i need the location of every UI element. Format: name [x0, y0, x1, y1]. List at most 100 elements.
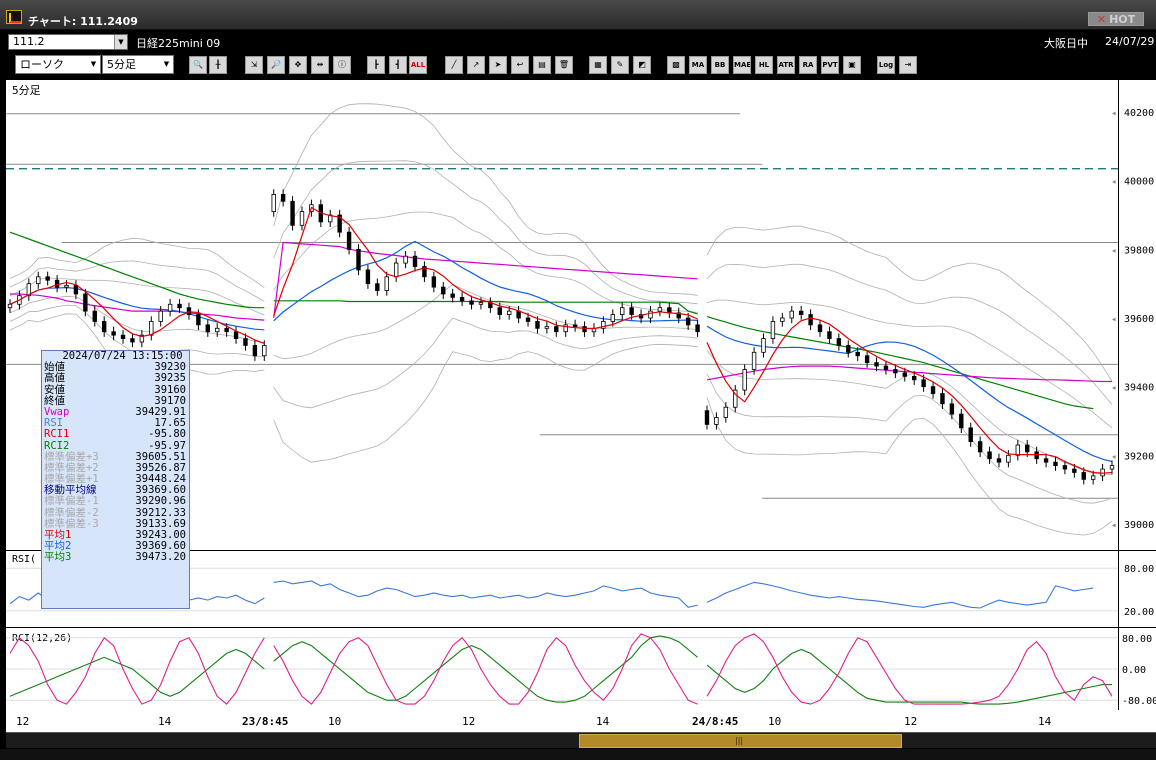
bollinger-band-lower: [706, 373, 1113, 504]
chevron-down-icon[interactable]: ▼: [160, 56, 173, 73]
chart-scrollbar[interactable]: |||: [6, 732, 1156, 748]
fit-icon[interactable]: ⇲: [245, 56, 263, 74]
interval-select[interactable]: 5分足 ▼: [102, 55, 174, 74]
candle-body: [1081, 472, 1086, 480]
zoom-icon[interactable]: 🔍: [189, 56, 207, 74]
candle-body: [243, 338, 248, 346]
x-axis: 12 14 23/8:45 10 12 14 24/8:45 10 12 14: [6, 710, 1156, 732]
candle-body: [233, 331, 239, 339]
ma3-line: [273, 300, 698, 315]
candle-body: [120, 334, 126, 339]
candle-body: [92, 310, 97, 322]
x-tick-label: 14: [158, 715, 172, 728]
candle-body: [101, 321, 107, 333]
price-panel-label: 5分足: [12, 84, 41, 97]
candle-body: [497, 307, 502, 315]
bollinger-band-lower: [273, 343, 698, 463]
candle-body: [403, 255, 408, 264]
candle-body: [459, 297, 465, 302]
draw-line-icon[interactable]: ╱: [445, 56, 463, 74]
code-select[interactable]: 111.2 ▼: [8, 34, 128, 50]
candle-body: [1015, 444, 1021, 456]
candle-body: [290, 200, 295, 226]
candle-body: [375, 283, 380, 291]
market-session: 大阪日中: [1044, 37, 1088, 50]
log-button[interactable]: Log: [877, 56, 895, 74]
candle-body: [987, 451, 992, 460]
chart-type-value: ローソク: [20, 58, 64, 71]
candle-body: [1025, 444, 1030, 453]
candle-body: [667, 307, 672, 314]
window-titlebar: チャート: 111.2409 HOT: [0, 0, 1156, 30]
document-icon[interactable]: ▤: [533, 56, 551, 74]
candle-body: [215, 327, 220, 333]
trash-icon[interactable]: 🗑: [555, 56, 573, 74]
bb-button[interactable]: BB: [711, 56, 729, 74]
hl-button[interactable]: HL: [755, 56, 773, 74]
candle-body: [817, 324, 823, 333]
interval-value: 5分足: [107, 58, 136, 71]
candle-body: [704, 410, 710, 425]
price-tick-label: 39000: [1124, 520, 1154, 531]
mae-button[interactable]: MAE: [733, 56, 751, 74]
ma-button[interactable]: MA: [689, 56, 707, 74]
chevron-down-icon[interactable]: ▼: [87, 56, 100, 73]
candle-body: [469, 300, 474, 305]
pan-chart-icon[interactable]: ✥: [289, 56, 307, 74]
x-tick-label: 10: [768, 715, 781, 728]
candle-body: [1034, 451, 1039, 460]
candle-body: [648, 310, 653, 319]
candle-body: [883, 365, 889, 370]
x-tick-label: 14: [596, 715, 610, 728]
bar-chart-icon[interactable]: ┫: [389, 56, 407, 74]
indicator-icon[interactable]: ▩: [667, 56, 685, 74]
tool-icon[interactable]: ✎: [611, 56, 629, 74]
candle-body: [930, 386, 936, 394]
candle-body: [149, 321, 154, 336]
ra-button[interactable]: RA: [799, 56, 817, 74]
crosshair-icon[interactable]: ╂: [209, 56, 227, 74]
color-icon[interactable]: ◩: [633, 56, 651, 74]
zoom-chart-icon[interactable]: 🔎: [267, 56, 285, 74]
bollinger-band-lower: [706, 397, 1113, 536]
candle-body: [798, 310, 804, 315]
info-icon[interactable]: ⓘ: [333, 56, 351, 74]
all-button[interactable]: ALL: [409, 56, 427, 74]
candle-body: [1053, 461, 1058, 467]
pvt-button[interactable]: PVT: [821, 56, 839, 74]
bollinger-band-lower: [273, 317, 698, 409]
chart-type-select[interactable]: ローソク ▼: [15, 55, 101, 74]
hot-close-button[interactable]: HOT: [1088, 12, 1144, 26]
arrow-icon[interactable]: ↩: [511, 56, 529, 74]
scrollbar-thumb[interactable]: |||: [579, 734, 902, 748]
export-icon[interactable]: ⇥: [899, 56, 917, 74]
chevron-down-icon[interactable]: ▼: [114, 35, 127, 49]
candle-body: [478, 302, 484, 305]
candle-body: [45, 276, 50, 281]
select-cursor-icon[interactable]: ➤: [489, 56, 507, 74]
candle-body: [761, 338, 766, 353]
candle-body: [7, 303, 13, 309]
candle-body: [196, 314, 201, 326]
candle-body: [186, 307, 192, 315]
candle-body: [262, 345, 267, 357]
candle-icon[interactable]: ┣: [367, 56, 385, 74]
candle-body: [572, 324, 578, 327]
atr-button[interactable]: ATR: [777, 56, 795, 74]
split-icon[interactable]: ⇹: [311, 56, 329, 74]
candle-body: [582, 326, 587, 333]
rci2-line: [9, 648, 265, 697]
pattern-icon[interactable]: ▦: [589, 56, 607, 74]
draw-trend-icon[interactable]: ↗: [467, 56, 485, 74]
window-icon[interactable]: ▣: [843, 56, 861, 74]
x-axis-svg: 12 14 23/8:45 10 12 14 24/8:45 10 12 14: [16, 715, 1052, 728]
price-tick-label: 39800: [1124, 245, 1154, 256]
candle-body: [224, 327, 229, 333]
info-row-label: 標準偏差-1: [44, 495, 99, 508]
candle-body: [949, 403, 955, 415]
candle-body: [977, 441, 983, 453]
candle-body: [1109, 465, 1115, 470]
rci-tick-label: 0.00: [1122, 665, 1146, 676]
candle-body: [770, 321, 776, 339]
rsi-tick-label: 20.00: [1124, 607, 1154, 618]
